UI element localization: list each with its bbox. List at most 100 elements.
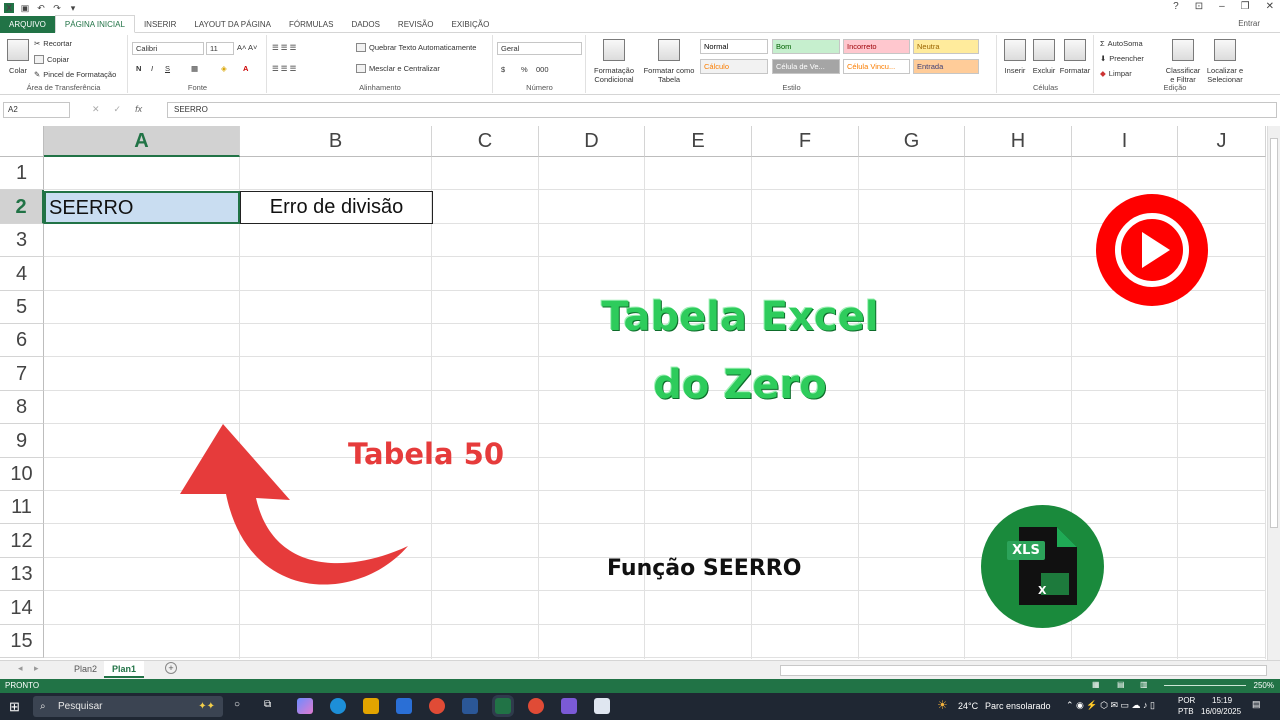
bold-button[interactable]: N	[136, 64, 141, 73]
row-header-15[interactable]: 15	[0, 625, 44, 658]
row-header-13[interactable]: 13	[0, 558, 44, 591]
add-sheet-button[interactable]: +	[165, 662, 177, 674]
formula-input[interactable]: SEERRO	[167, 102, 1277, 118]
row-header-1[interactable]: 1	[0, 157, 44, 190]
language-secondary[interactable]: PTB	[1178, 707, 1194, 716]
excel-taskbar-icon[interactable]	[495, 698, 511, 714]
edge-browser-icon[interactable]	[330, 698, 346, 714]
column-header-i[interactable]: I	[1072, 126, 1178, 157]
undo-icon[interactable]: ↶	[36, 3, 46, 13]
page-layout-view-icon[interactable]: ▤	[1117, 680, 1125, 689]
paste-button[interactable]: Colar	[5, 39, 31, 75]
notifications-icon[interactable]: ▤	[1252, 699, 1261, 710]
format-painter-button[interactable]: ✎ Pincel de Formatação	[34, 70, 116, 79]
cell-style-7[interactable]: Entrada	[913, 59, 979, 74]
wrap-text-button[interactable]: Quebrar Texto Automaticamente	[356, 43, 476, 52]
close-button[interactable]: ✕	[1266, 1, 1274, 12]
maximize-button[interactable]: ❐	[1241, 1, 1250, 12]
number-format-combo[interactable]: Geral	[497, 42, 582, 55]
horizontal-scrollbar[interactable]	[780, 665, 1267, 676]
column-header-j[interactable]: J	[1178, 126, 1266, 157]
tab-formulas[interactable]: FÓRMULAS	[280, 16, 342, 33]
font-color-icon[interactable]: A	[243, 64, 248, 73]
minimize-button[interactable]: –	[1219, 1, 1225, 12]
cell-a2[interactable]: SEERRO	[44, 191, 240, 224]
sheet-prev-icon[interactable]: ◂	[18, 663, 23, 674]
file-explorer-icon[interactable]	[363, 698, 379, 714]
tab-insert[interactable]: INSERIR	[135, 16, 185, 33]
row-header-12[interactable]: 12	[0, 524, 44, 558]
column-header-a[interactable]: A	[44, 126, 240, 157]
autosum-button[interactable]: Σ AutoSoma	[1100, 39, 1143, 48]
row-header-4[interactable]: 4	[0, 257, 44, 291]
conditional-format-button[interactable]: Formatação Condicional	[589, 39, 639, 84]
sheet-tab-plan2[interactable]: Plan2	[66, 661, 105, 678]
currency-button[interactable]: $	[501, 65, 505, 74]
cell-style-0[interactable]: Normal	[700, 39, 768, 54]
merge-center-button[interactable]: Mesclar e Centralizar	[356, 64, 440, 73]
italic-button[interactable]: I	[151, 64, 153, 73]
cell-style-1[interactable]: Bom	[772, 39, 840, 54]
row-header-8[interactable]: 8	[0, 391, 44, 424]
page-break-view-icon[interactable]: ▥	[1140, 680, 1148, 689]
tray-icons[interactable]: ⌃ ◉ ⚡ ⬡ ✉ ▭ ☁ ♪ ▯	[1066, 700, 1155, 711]
insert-cells-button[interactable]: Inserir	[1001, 39, 1029, 75]
column-header-b[interactable]: B	[240, 126, 432, 157]
clear-button[interactable]: ◆ Limpar	[1100, 69, 1132, 78]
copy-button[interactable]: Copiar	[34, 55, 69, 64]
thousands-button[interactable]: 000	[536, 65, 549, 74]
cell-style-2[interactable]: Incorreto	[843, 39, 910, 54]
tab-view[interactable]: EXIBIÇÃO	[443, 16, 499, 33]
delete-cells-button[interactable]: Excluir	[1030, 39, 1058, 75]
cancel-entry-icon[interactable]: ✕	[92, 104, 100, 115]
enter-entry-icon[interactable]: ✓	[114, 104, 122, 115]
language-primary[interactable]: POR	[1178, 696, 1195, 705]
font-grow-icon[interactable]: A˄ A˅	[237, 43, 257, 52]
sheet-next-icon[interactable]: ▸	[34, 663, 39, 674]
cut-button[interactable]: ✂ Recortar	[34, 39, 72, 48]
vertical-scrollbar[interactable]	[1267, 126, 1280, 660]
row-header-14[interactable]: 14	[0, 591, 44, 625]
row-header-5[interactable]: 5	[0, 291, 44, 324]
font-size-combo[interactable]: 11	[206, 42, 234, 55]
tab-page-layout[interactable]: LAYOUT DA PÁGINA	[185, 16, 280, 33]
customize-qat-icon[interactable]: ▾	[68, 3, 78, 13]
tab-file[interactable]: ARQUIVO	[0, 15, 55, 33]
tab-review[interactable]: REVISÃO	[389, 16, 443, 33]
taskbar-search[interactable]: ⌕ Pesquisar ✦✦	[33, 696, 223, 717]
format-as-table-button[interactable]: Formatar como Tabela	[641, 39, 697, 84]
weather-temp[interactable]: 24°C	[958, 701, 978, 711]
select-all-corner[interactable]	[0, 126, 44, 157]
row-header-3[interactable]: 3	[0, 224, 44, 257]
vertical-align-icons[interactable]: ☰ ☰ ☰	[272, 43, 296, 52]
format-cells-button[interactable]: Formatar	[1059, 39, 1091, 75]
percent-button[interactable]: %	[521, 65, 528, 74]
sign-in-link[interactable]: Entrar	[1238, 19, 1260, 28]
cell-style-3[interactable]: Neutra	[913, 39, 979, 54]
save-icon[interactable]: ▣	[20, 3, 30, 13]
cell-b2[interactable]: Erro de divisão	[240, 191, 433, 224]
insert-function-icon[interactable]: fx	[135, 104, 142, 115]
weather-desc[interactable]: Parc ensolarado	[985, 701, 1051, 711]
word-app-icon[interactable]	[462, 698, 478, 714]
chrome-icon[interactable]	[429, 698, 445, 714]
widgets-icon[interactable]: ⧉	[264, 699, 271, 710]
tab-data[interactable]: DADOS	[342, 16, 388, 33]
row-header-10[interactable]: 10	[0, 458, 44, 491]
find-select-button[interactable]: Localizar e Selecionar	[1203, 39, 1247, 84]
cell-style-5[interactable]: Célula de Ve...	[772, 59, 840, 74]
media-app-icon[interactable]	[561, 698, 577, 714]
store-app-icon[interactable]	[396, 698, 412, 714]
vertical-scroll-thumb[interactable]	[1270, 138, 1278, 528]
redo-icon[interactable]: ↷	[52, 3, 62, 13]
row-header-9[interactable]: 9	[0, 424, 44, 458]
ribbon-display-button[interactable]: ⊡	[1195, 1, 1203, 12]
row-header-7[interactable]: 7	[0, 357, 44, 391]
help-button[interactable]: ?	[1173, 1, 1179, 12]
clock-time[interactable]: 15:19	[1212, 696, 1232, 705]
cell-style-6[interactable]: Célula Vincu...	[843, 59, 910, 74]
borders-icon[interactable]: ▦	[191, 64, 198, 73]
fill-color-icon[interactable]: ◈	[221, 64, 227, 73]
underline-button[interactable]: S	[165, 64, 170, 73]
column-header-c[interactable]: C	[432, 126, 539, 157]
